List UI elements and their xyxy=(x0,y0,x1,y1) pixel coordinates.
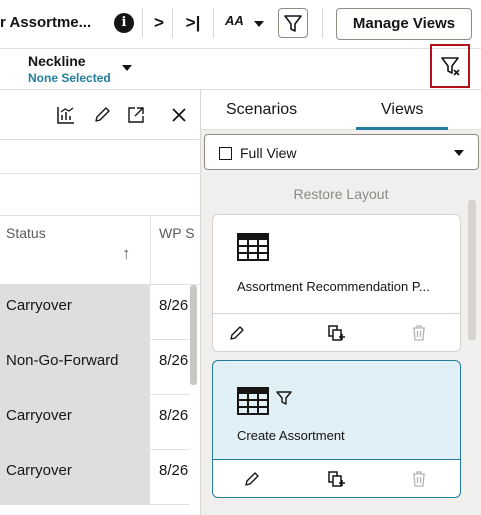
tab-scenarios[interactable]: Scenarios xyxy=(226,101,297,119)
top-toolbar: r Assortme... i > >| AA Manage Views xyxy=(0,0,481,48)
cell-status[interactable]: Carryover xyxy=(0,395,150,449)
cell-status[interactable]: Carryover xyxy=(0,450,150,504)
clear-filter-icon xyxy=(441,57,460,76)
active-tab-indicator xyxy=(356,127,448,130)
grid-toolbar xyxy=(0,90,201,140)
duplicate-icon[interactable] xyxy=(326,323,346,343)
cell-wp[interactable]: 8/26 xyxy=(159,352,188,369)
table-row[interactable]: Carryover 8/26 xyxy=(0,395,190,450)
grid-empty-row xyxy=(0,140,201,174)
views-scrollbar[interactable] xyxy=(468,200,476,340)
toolbar-divider xyxy=(142,8,143,38)
cell-wp[interactable]: 8/26 xyxy=(159,462,188,479)
view-select-value: Full View xyxy=(240,145,297,161)
edit-icon[interactable] xyxy=(228,324,246,342)
cell-status[interactable]: Carryover xyxy=(0,285,150,339)
filter-bar: Neckline None Selected xyxy=(0,48,481,90)
expand-icon[interactable] xyxy=(126,105,146,125)
view-card[interactable]: Assortment Recommendation P... xyxy=(212,214,461,352)
view-card-name: Assortment Recommendation P... xyxy=(237,279,430,294)
table-row[interactable]: Carryover 8/26 xyxy=(0,285,190,340)
toolbar-divider xyxy=(322,8,323,38)
view-card-actions xyxy=(213,313,460,351)
edit-icon[interactable] xyxy=(92,105,112,125)
chevron-down-icon[interactable] xyxy=(122,65,132,71)
tab-views[interactable]: Views xyxy=(381,101,423,119)
last-page-icon[interactable]: >| xyxy=(180,10,206,36)
view-checkbox[interactable] xyxy=(219,147,232,160)
grid-header-row: Status ↑ WP S xyxy=(0,215,201,286)
toolbar-divider xyxy=(213,8,214,38)
table-row[interactable]: Non-Go-Forward 8/26 xyxy=(0,340,190,395)
duplicate-icon[interactable] xyxy=(326,469,346,489)
view-card-actions xyxy=(213,459,460,497)
views-tab-strip: Scenarios Views xyxy=(201,90,481,130)
filter-icon xyxy=(276,391,292,405)
table-icon xyxy=(237,387,269,415)
neckline-filter-value[interactable]: None Selected xyxy=(28,71,111,85)
font-size-icon: AA xyxy=(225,13,244,28)
view-card-active[interactable]: Create Assortment xyxy=(212,360,461,498)
table-row[interactable]: Carryover 8/26 xyxy=(0,450,190,505)
chevron-down-icon[interactable] xyxy=(254,21,264,27)
chart-icon[interactable] xyxy=(56,105,76,125)
cell-wp[interactable]: 8/26 xyxy=(159,297,188,314)
filter-button[interactable] xyxy=(278,8,308,38)
filter-icon xyxy=(284,15,302,32)
font-size-button[interactable]: AA xyxy=(225,12,244,30)
close-icon[interactable] xyxy=(170,106,188,124)
grid-panel: Status ↑ WP S Carryover 8/26 Non-Go-Forw… xyxy=(0,90,201,515)
cell-wp[interactable]: 8/26 xyxy=(159,407,188,424)
view-tab-title[interactable]: r Assortme... xyxy=(0,14,91,31)
restore-layout-link[interactable]: Restore Layout xyxy=(201,186,481,202)
column-divider[interactable] xyxy=(150,216,151,286)
table-icon xyxy=(237,233,269,261)
cell-status[interactable]: Non-Go-Forward xyxy=(0,340,150,394)
edit-icon[interactable] xyxy=(243,470,261,488)
chevron-down-icon[interactable] xyxy=(454,150,464,156)
info-icon[interactable]: i xyxy=(114,13,134,33)
chevron-right-icon[interactable]: > xyxy=(150,10,168,36)
grid-scrollbar[interactable] xyxy=(190,285,197,385)
views-panel: Scenarios Views Full View Restore Layout… xyxy=(201,90,481,515)
delete-icon[interactable] xyxy=(410,470,428,488)
delete-icon[interactable] xyxy=(410,324,428,342)
toolbar-divider xyxy=(172,8,173,38)
column-header-wp[interactable]: WP S xyxy=(159,225,195,241)
neckline-filter-label[interactable]: Neckline xyxy=(28,53,86,69)
clear-filters-button[interactable] xyxy=(430,44,470,88)
sort-ascending-icon[interactable]: ↑ xyxy=(122,244,131,264)
manage-views-button[interactable]: Manage Views xyxy=(336,8,472,40)
column-header-status[interactable]: Status xyxy=(6,225,46,241)
view-card-name: Create Assortment xyxy=(237,428,345,443)
